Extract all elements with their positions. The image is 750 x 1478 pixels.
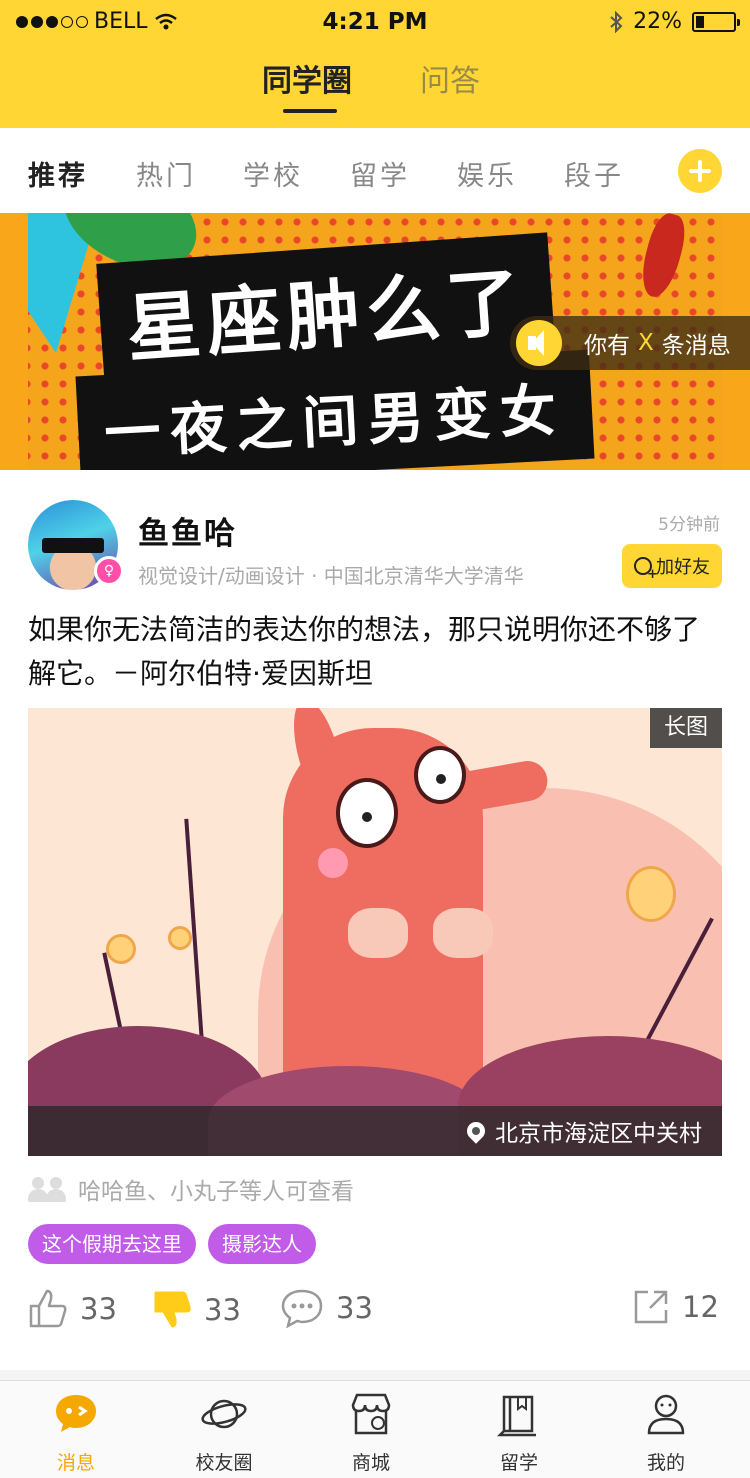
like-button[interactable]: 33 <box>28 1288 117 1330</box>
tabbar-label-profile: 我的 <box>646 1452 685 1474</box>
message-notice[interactable]: 你有 X 条消息 <box>510 316 750 370</box>
active-tab-indicator <box>283 109 337 113</box>
location-text: 北京市海淀区中关村 <box>495 1121 702 1147</box>
long-image-badge: 长图 <box>650 708 722 748</box>
status-bar: BELL 4:21 PM 22% <box>0 0 750 44</box>
comment-icon <box>281 1289 323 1328</box>
tabbar-label-store: 商城 <box>351 1452 390 1474</box>
comment-button[interactable]: 33 <box>280 1288 373 1328</box>
visible-to-text: 哈哈鱼、小丸子等人可查看 <box>78 1179 354 1205</box>
category-jokes[interactable]: 段子 <box>564 154 624 193</box>
post-actions: 33 33 33 12 <box>28 1288 722 1338</box>
post-text: 如果你无法简洁的表达你的想法，那只说明你还不够了解它。－阿尔伯特·爱因斯坦 <box>28 613 701 690</box>
tabbar-label-alumni: 校友圈 <box>195 1452 253 1474</box>
category-study-abroad[interactable]: 留学 <box>350 154 410 193</box>
post-time: 5分钟前 <box>658 515 720 535</box>
tabbar-store[interactable]: 商城 <box>316 1391 426 1475</box>
comment-count: 33 <box>336 1291 373 1325</box>
location-pin-icon <box>463 1118 489 1144</box>
post-image[interactable]: 长图 北京市海淀区中关村 <box>28 708 722 1156</box>
notice-suffix: 条消息 <box>661 333 731 359</box>
add-category-icon[interactable] <box>678 149 722 193</box>
tabbar-study-abroad[interactable]: 留学 <box>464 1391 574 1475</box>
category-recommended[interactable]: 推荐 <box>28 154 88 193</box>
add-friend-label: 加好友 <box>656 557 710 578</box>
battery-icon <box>692 11 740 32</box>
female-icon: ♀ <box>94 556 124 586</box>
post-card: ♀ 鱼鱼哈 视觉设计/动画设计 · 中国北京清华大学清华 5分钟前 加好友 如果… <box>0 470 750 1370</box>
category-school[interactable]: 学校 <box>243 154 303 193</box>
message-icon <box>56 1395 96 1432</box>
notice-count: X <box>638 330 654 356</box>
tag-vacation[interactable]: 这个假期去这里 <box>28 1224 196 1264</box>
people-icon <box>28 1176 68 1202</box>
tag-list: 这个假期去这里 摄影达人 <box>28 1224 316 1264</box>
speaker-icon <box>516 320 562 366</box>
promo-banner[interactable]: 星座肿么了 一夜之间男变女 你有 X 条消息 <box>0 213 750 470</box>
tag-photographer[interactable]: 摄影达人 <box>208 1224 316 1264</box>
tabbar-label-messages: 消息 <box>56 1452 95 1474</box>
book-icon <box>496 1395 536 1437</box>
category-tabs: 推荐 热门 学校 留学 娱乐 段子 <box>0 128 750 213</box>
user-meta: 视觉设计/动画设计 · 中国北京清华大学清华 <box>138 564 524 588</box>
thumbs-up-icon <box>29 1289 67 1328</box>
notice-prefix: 你有 <box>584 333 630 359</box>
planet-icon <box>201 1399 247 1429</box>
dislike-count: 33 <box>204 1293 241 1327</box>
bottom-tab-bar: 消息 校友圈 商城 留学 我的 <box>0 1380 750 1478</box>
bluetooth-icon <box>610 10 623 33</box>
visibility-row: 哈哈鱼、小丸子等人可查看 <box>28 1172 354 1206</box>
add-user-icon <box>634 557 658 582</box>
share-count: 12 <box>682 1290 719 1324</box>
share-icon <box>634 1290 668 1324</box>
profile-icon <box>647 1394 685 1435</box>
store-icon <box>351 1393 391 1435</box>
dislike-button[interactable]: 33 <box>152 1288 241 1332</box>
location-bar[interactable]: 北京市海淀区中关村 <box>28 1106 722 1156</box>
share-button[interactable]: 12 <box>632 1288 719 1326</box>
tabbar-alumni[interactable]: 校友圈 <box>169 1391 279 1475</box>
category-hot[interactable]: 热门 <box>136 154 196 193</box>
add-friend-button[interactable]: 加好友 <box>622 544 722 588</box>
tabbar-profile[interactable]: 我的 <box>611 1391 721 1475</box>
category-entertainment[interactable]: 娱乐 <box>457 154 517 193</box>
tabbar-label-study-abroad: 留学 <box>499 1452 538 1474</box>
app-header: BELL 4:21 PM 22% 同学圈 问答 <box>0 0 750 128</box>
like-count: 33 <box>80 1292 117 1326</box>
username[interactable]: 鱼鱼哈 <box>138 508 237 553</box>
battery-percent: 22% <box>633 9 682 34</box>
tab-classmates[interactable]: 同学圈 <box>262 56 352 100</box>
tab-qa[interactable]: 问答 <box>420 56 480 100</box>
thumbs-down-icon <box>154 1291 191 1328</box>
tabbar-messages[interactable]: 消息 <box>21 1391 131 1475</box>
